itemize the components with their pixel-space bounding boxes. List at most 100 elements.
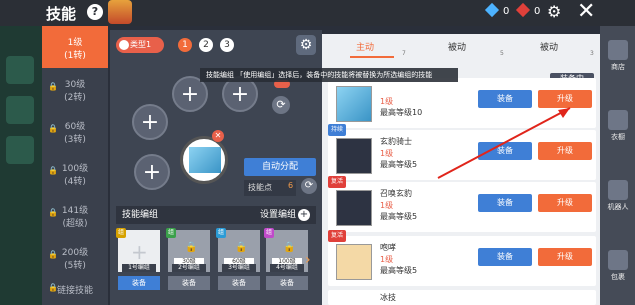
equip-button[interactable]: 装备 <box>478 194 532 212</box>
refresh-icon[interactable]: ⟳ <box>272 96 290 114</box>
skill-max-level: 最高等级5 <box>380 160 418 169</box>
game-hud-icon <box>6 136 34 164</box>
wardrobe-icon <box>608 110 628 130</box>
preset-badge: 组 <box>166 228 176 238</box>
robot-menu-item[interactable]: 机器人 <box>602 180 634 212</box>
sidebar-item-sub: (5转) <box>64 261 86 271</box>
slot-page-2[interactable]: 2 <box>199 38 213 52</box>
preset-name: 4号编组 <box>270 264 304 272</box>
bag-menu-item[interactable]: 包裹 <box>602 250 634 282</box>
lock-icon: 🔒 <box>48 124 58 133</box>
preset-name: 3号编组 <box>222 264 256 272</box>
tab-passive-2[interactable]: 被动 <box>540 40 558 53</box>
tab-active[interactable]: 主动 <box>356 40 374 53</box>
preset-settings-link[interactable]: 设置编组 <box>260 206 296 224</box>
skill-icon <box>336 190 372 226</box>
slot-page-1[interactable]: 1 <box>178 38 192 52</box>
skill-name: 冰技 <box>380 293 396 302</box>
shop-menu-item[interactable]: 商店 <box>602 40 634 72</box>
skill-tag: 复活 <box>328 176 347 188</box>
preset-title: 技能编组 <box>122 210 159 220</box>
tab-count: 7 <box>402 50 406 57</box>
menu-icon[interactable]: ⚙ <box>547 2 567 22</box>
close-icon[interactable]: ✕ <box>577 0 601 24</box>
sidebar-item-sub: (超级) <box>62 219 88 229</box>
preset-equip-button[interactable]: 装备 <box>118 276 160 290</box>
sidebar-item-3[interactable]: 🔒 60级 (3转) <box>42 110 108 152</box>
sidebar-item-5[interactable]: 🔒 141级 (超级) <box>42 194 108 236</box>
settings-icon[interactable]: ⚙ <box>296 35 316 55</box>
type-toggle[interactable]: 类型1 <box>116 37 164 53</box>
shop-icon <box>608 40 628 60</box>
preset-card-2[interactable]: 组 🔒 30级 2号编组 装备 <box>166 228 210 292</box>
upgrade-button[interactable]: 升级 <box>538 248 592 266</box>
lock-icon: 🔒 <box>235 242 248 253</box>
preset-equip-button[interactable]: 装备 <box>218 276 260 290</box>
bag-icon <box>608 250 628 270</box>
skill-max-level: 最高等级10 <box>380 108 423 117</box>
sidebar: 1级 (1转) 🔒 30级 (2转) 🔒 60级 (3转) 🔒 100级 (4转… <box>42 26 108 305</box>
skill-icon <box>336 86 372 122</box>
preset-card-3[interactable]: 组 🔒 60级 3号编组 装备 <box>216 228 260 292</box>
skill-level: 1级 <box>380 201 394 210</box>
sidebar-item-4[interactable]: 🔒 100级 (4转) <box>42 152 108 194</box>
preset-badge: 组 <box>264 228 274 238</box>
lock-icon: 🔒 <box>48 283 58 292</box>
preset-name: 2号编组 <box>172 264 206 272</box>
sidebar-item-label: 1级 <box>67 38 83 48</box>
page-title: 技能 <box>46 5 77 23</box>
tab-underline <box>350 56 394 58</box>
sidebar-item-2[interactable]: 🔒 30级 (2转) <box>42 68 108 110</box>
preset-card-4[interactable]: 组 🔒 100级 4号编组 装备 <box>264 228 308 292</box>
menu-label: 商店 <box>611 63 625 71</box>
tab-count: 5 <box>500 50 504 57</box>
tab-passive[interactable]: 被动 <box>448 40 466 53</box>
wardrobe-menu-item[interactable]: 衣橱 <box>602 110 634 142</box>
reset-points-icon[interactable]: ⟳ <box>301 178 317 194</box>
equip-button[interactable]: 装备 <box>478 248 532 266</box>
sidebar-item-link[interactable]: 🔒 链接技能 <box>42 274 108 304</box>
skill-max-level: 最高等级5 <box>380 212 418 221</box>
game-hud-icon <box>6 96 34 124</box>
skill-icon <box>336 244 372 280</box>
remove-icon[interactable]: ✕ <box>212 130 224 142</box>
preset-equip-button[interactable]: 装备 <box>266 276 308 290</box>
skill-row[interactable]: 冰技 <box>328 290 596 305</box>
preset-badge: 组 <box>216 228 226 238</box>
menu-label: 包裹 <box>611 273 625 281</box>
preset-name: 1号编组 <box>122 264 156 272</box>
skill-name: 玄豹骑士 <box>380 137 412 146</box>
skill-level: 1级 <box>380 149 394 158</box>
lock-icon: 🔒 <box>185 242 198 253</box>
ruby-count: 0 <box>534 6 541 17</box>
annotation-arrow <box>437 107 571 179</box>
avatar[interactable] <box>108 0 132 24</box>
upgrade-button[interactable]: 升级 <box>538 194 592 212</box>
skill-name: 咆哮 <box>380 243 396 252</box>
robot-icon <box>608 180 628 200</box>
sidebar-item-sub: (4转) <box>64 177 86 187</box>
slot-page-3[interactable]: 3 <box>220 38 234 52</box>
add-preset-icon[interactable]: + <box>298 209 310 221</box>
add-skill-slot[interactable]: + <box>132 104 168 140</box>
skill-name: 召唤玄豹 <box>380 189 412 198</box>
skill-level: 1级 <box>380 255 394 264</box>
add-skill-slot[interactable]: + <box>134 154 170 190</box>
menu-label: 衣橱 <box>611 133 625 141</box>
equipped-skill-slot[interactable] <box>180 136 228 184</box>
lock-icon: 🔒 <box>48 82 58 91</box>
sidebar-item-1[interactable]: 1级 (1转) <box>42 26 108 68</box>
preset-card-1[interactable]: + 组 1号编组 装备 <box>116 228 160 292</box>
preset-header: 技能编组 设置编组 + <box>116 206 316 224</box>
chevron-right-icon[interactable]: › <box>305 252 311 268</box>
auto-assign-button[interactable]: 自动分配 <box>244 158 316 176</box>
preset-equip-button[interactable]: 装备 <box>168 276 210 290</box>
skill-row[interactable]: 复活 召唤玄豹 1级 最高等级5 装备 升级 <box>328 176 596 232</box>
preset-badge: 组 <box>116 228 126 238</box>
skill-max-level: 最高等级5 <box>380 266 418 275</box>
skill-row[interactable]: 复活 咆哮 1级 最高等级5 装备 升级 <box>328 230 596 286</box>
gem-count: 0 <box>503 6 510 17</box>
help-icon[interactable]: ? <box>87 4 103 20</box>
plus-icon: + <box>131 240 148 264</box>
sidebar-item-6[interactable]: 🔒 200级 (5转) <box>42 236 108 278</box>
